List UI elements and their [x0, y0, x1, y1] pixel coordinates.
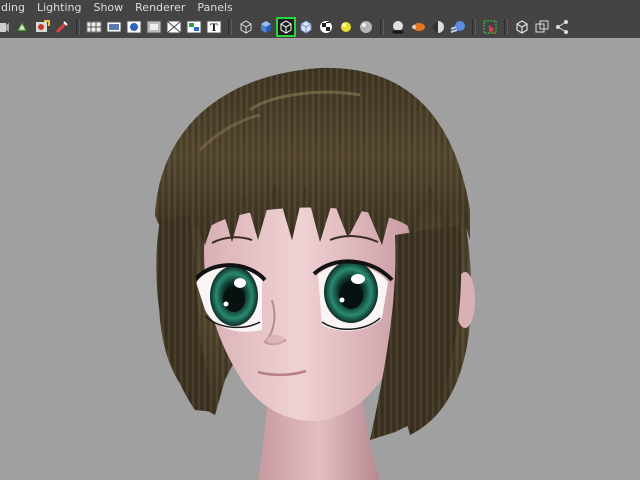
- panel-toolbar: T: [0, 16, 640, 38]
- resolution-gate-icon[interactable]: [126, 19, 142, 35]
- gate-mask-icon[interactable]: [146, 19, 162, 35]
- safe-action-icon[interactable]: [186, 19, 202, 35]
- toolbar-separator: [228, 19, 232, 35]
- menu-renderer[interactable]: Renderer: [129, 0, 191, 16]
- character-render: [155, 67, 475, 480]
- toolbar-separator: [504, 19, 508, 35]
- shadows-icon[interactable]: [390, 19, 406, 35]
- menu-show[interactable]: Show: [87, 0, 129, 16]
- xray-components-icon[interactable]: [554, 19, 570, 35]
- camera-attributes-icon[interactable]: [14, 19, 30, 35]
- isolate-select-icon[interactable]: [482, 19, 498, 35]
- textured-icon[interactable]: [318, 19, 334, 35]
- image-plane-icon[interactable]: [54, 19, 70, 35]
- field-chart-icon[interactable]: [166, 19, 182, 35]
- menu-shading[interactable]: ding: [0, 0, 31, 16]
- menu-panels[interactable]: Panels: [191, 0, 238, 16]
- motion-blur-icon[interactable]: [450, 19, 466, 35]
- default-lighting-icon[interactable]: [338, 19, 354, 35]
- xray-joints-icon[interactable]: [534, 19, 550, 35]
- wireframe-on-shaded-icon[interactable]: [276, 17, 296, 37]
- ambient-occlusion-icon[interactable]: [430, 19, 446, 35]
- safe-title-icon[interactable]: T: [206, 19, 222, 35]
- safe-title-glyph: T: [210, 23, 218, 34]
- menu-lighting[interactable]: Lighting: [31, 0, 87, 16]
- bookmark-icon[interactable]: [34, 19, 50, 35]
- toolbar-separator: [76, 19, 80, 35]
- grid-icon[interactable]: [86, 19, 102, 35]
- wireframe-icon[interactable]: [238, 19, 254, 35]
- smooth-shade-icon[interactable]: [258, 19, 274, 35]
- 3d-viewport[interactable]: [0, 38, 640, 480]
- xray-icon[interactable]: [514, 19, 530, 35]
- toolbar-separator: [472, 19, 476, 35]
- hardware-texturing-icon[interactable]: [410, 19, 426, 35]
- film-gate-icon[interactable]: [106, 19, 122, 35]
- select-camera-icon[interactable]: [0, 19, 10, 35]
- default-material-icon[interactable]: [298, 19, 314, 35]
- toolbar-separator: [380, 19, 384, 35]
- menu-bar: ding Lighting Show Renderer Panels: [0, 0, 640, 16]
- all-lights-icon[interactable]: [358, 19, 374, 35]
